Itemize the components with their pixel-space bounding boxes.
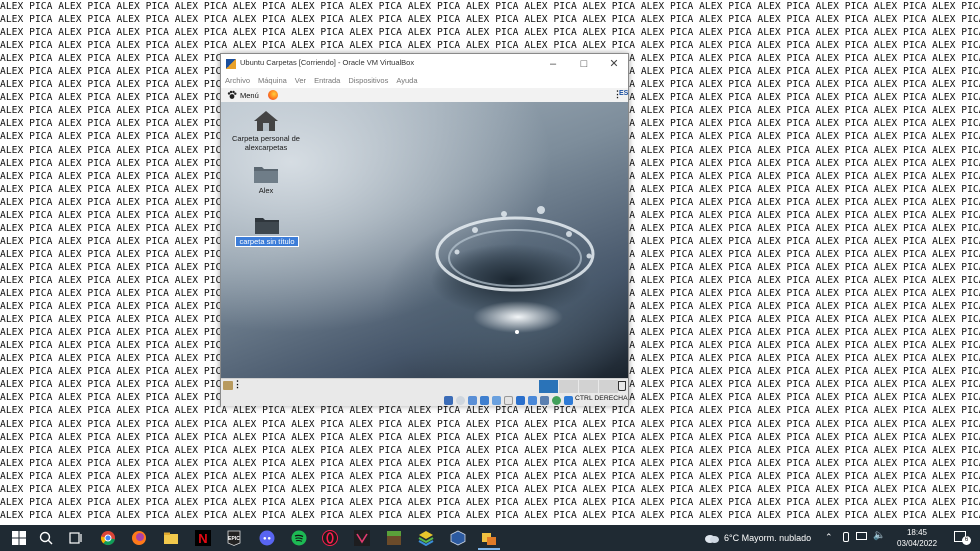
workspace-1[interactable] [539,380,558,393]
guest-bottom-panel: ⋮ CTRL DERECHA [221,378,628,406]
windows-taskbar: N EPIC 6°C Mayorm. nublado ⌃ 🔈 18:45 03/… [0,525,980,551]
pattern-row: ALEX PICA ALEX PICA ALEX PICA ALEX PICA … [0,27,980,39]
file-explorer-icon[interactable] [163,530,179,546]
workspace-2[interactable] [559,380,578,393]
weather-text: 6°C Mayorm. nublado [724,533,812,543]
menu-entrada[interactable]: Entrada [310,74,344,85]
audio-status-icon[interactable] [468,396,477,405]
files-launcher-icon[interactable] [223,381,233,390]
recording-status-icon[interactable] [528,396,537,405]
window-title: Ubuntu Carpetas [Corriendo] - Oracle VM … [240,58,415,67]
desktop-item-label: Alex [258,186,274,195]
desktop-item-label: Carpeta personal de alexcarpetas [232,134,300,152]
ubuntu-vm-icon[interactable] [481,530,497,546]
microphone-icon[interactable] [843,532,849,542]
notification-center-button[interactable]: 6 [954,531,971,545]
trash-icon[interactable] [618,381,626,391]
keyboard-layout-indicator[interactable]: ES [619,90,628,97]
cloud-icon [705,535,719,543]
clock[interactable]: 18:45 03/04/2022 [897,527,937,549]
menu-maquina[interactable]: Máquina [254,74,291,85]
discord-icon[interactable] [259,530,275,546]
virtualbox-app-icon [226,59,236,69]
workspace-3[interactable] [579,380,598,393]
guest-menu-label: Menú [240,90,259,100]
pattern-row: ALEX PICA ALEX PICA ALEX PICA ALEX PICA … [0,431,980,443]
pattern-row: ALEX PICA ALEX PICA ALEX PICA ALEX PICA … [0,405,980,417]
menu-dispositivos[interactable]: Dispositivos [344,74,392,85]
desktop-item-home[interactable]: Carpeta personal de alexcarpetas [226,110,306,152]
clock-time: 18:45 [906,528,928,537]
task-view-icon[interactable] [68,530,84,546]
pattern-row: ALEX PICA ALEX PICA ALEX PICA ALEX PICA … [0,483,980,495]
svg-text:EPIC: EPIC [228,536,240,542]
guest-screen[interactable]: Menú ⋮ ES Carpeta personal de alexcarpet… [221,88,628,378]
pattern-row: ALEX PICA ALEX PICA ALEX PICA ALEX PICA … [0,418,980,430]
chrome-icon[interactable] [100,530,116,546]
keyboard-capture-icon[interactable] [564,396,573,405]
desktop-item-rename-field[interactable]: carpeta sin título [235,236,299,247]
active-app-indicator [478,548,500,550]
pattern-row: ALEX PICA ALEX PICA ALEX PICA ALEX PICA … [0,496,980,508]
close-button[interactable]: ✕ [599,54,629,74]
start-icon[interactable] [11,530,27,546]
minimize-button[interactable]: – [538,54,568,74]
clock-date: 03/04/2022 [897,539,938,548]
svg-text:N: N [198,531,207,546]
maximize-button[interactable]: □ [569,54,599,74]
network-status-icon[interactable] [480,396,489,405]
pattern-row: ALEX PICA ALEX PICA ALEX PICA ALEX PICA … [0,1,980,12]
opera-gx-icon[interactable] [322,530,338,546]
paw-icon [227,90,237,99]
firefox-icon[interactable] [131,530,147,546]
network-icon[interactable] [856,532,867,540]
host-key-label: CTRL DERECHA [575,395,628,402]
optical-drive-status-icon[interactable] [456,396,465,405]
spotify-icon[interactable] [291,530,307,546]
search-icon[interactable] [38,530,54,546]
guest-menu-button[interactable]: Menú [227,90,259,100]
desktop-item-alex[interactable]: Alex [236,164,296,195]
pattern-row: ALEX PICA ALEX PICA ALEX PICA ALEX PICA … [0,40,980,52]
davinci-icon[interactable] [354,530,370,546]
desktop-item-new-folder[interactable]: carpeta sin título [231,215,303,247]
folder-icon [255,218,279,234]
folder-icon [254,167,278,183]
window-menubar: Archivo Máquina Ver Entrada Dispositivos Ayud… [221,74,628,88]
notification-badge: 6 [962,536,971,545]
virtualbox-icon[interactable] [450,530,466,546]
mouse-integration-icon[interactable] [552,396,561,405]
menu-ver[interactable]: Ver [291,74,310,85]
guest-desktop[interactable]: Carpeta personal de alexcarpetas Alex ca… [221,102,628,378]
bluestacks-icon[interactable] [418,530,434,546]
guest-top-panel: Menú ⋮ ES [221,88,628,103]
workspace-4[interactable] [599,380,618,393]
virtualbox-window[interactable]: Ubuntu Carpetas [Corriendo] - Oracle VM … [220,53,629,406]
shared-folders-status-icon[interactable] [504,396,513,405]
netflix-icon[interactable]: N [195,530,211,546]
usb-status-icon[interactable] [492,396,501,405]
epic-games-icon[interactable]: EPIC [226,530,242,546]
cpu-status-icon[interactable] [540,396,549,405]
hdd-status-icon[interactable] [444,396,453,405]
pattern-row: ALEX PICA ALEX PICA ALEX PICA ALEX PICA … [0,444,980,456]
window-titlebar[interactable]: Ubuntu Carpetas [Corriendo] - Oracle VM … [221,54,628,74]
menu-ayuda[interactable]: Ayuda [392,74,421,85]
bottom-panel-options-icon[interactable]: ⋮ [233,379,242,390]
pattern-row: ALEX PICA ALEX PICA ALEX PICA ALEX PICA … [0,470,980,482]
home-folder-icon [254,111,278,131]
firefox-launcher-icon[interactable] [268,90,278,100]
pattern-row: ALEX PICA ALEX PICA ALEX PICA ALEX PICA … [0,14,980,26]
volume-icon[interactable]: 🔈 [873,530,885,541]
pattern-row: ALEX PICA ALEX PICA ALEX PICA ALEX PICA … [0,457,980,469]
display-status-icon[interactable] [516,396,525,405]
menu-archivo[interactable]: Archivo [221,74,254,85]
chevron-up-icon[interactable]: ⌃ [825,532,833,543]
minecraft-icon[interactable] [386,530,402,546]
weather-widget[interactable]: 6°C Mayorm. nublado [704,532,811,544]
pattern-row: ALEX PICA ALEX PICA ALEX PICA ALEX PICA … [0,509,980,521]
